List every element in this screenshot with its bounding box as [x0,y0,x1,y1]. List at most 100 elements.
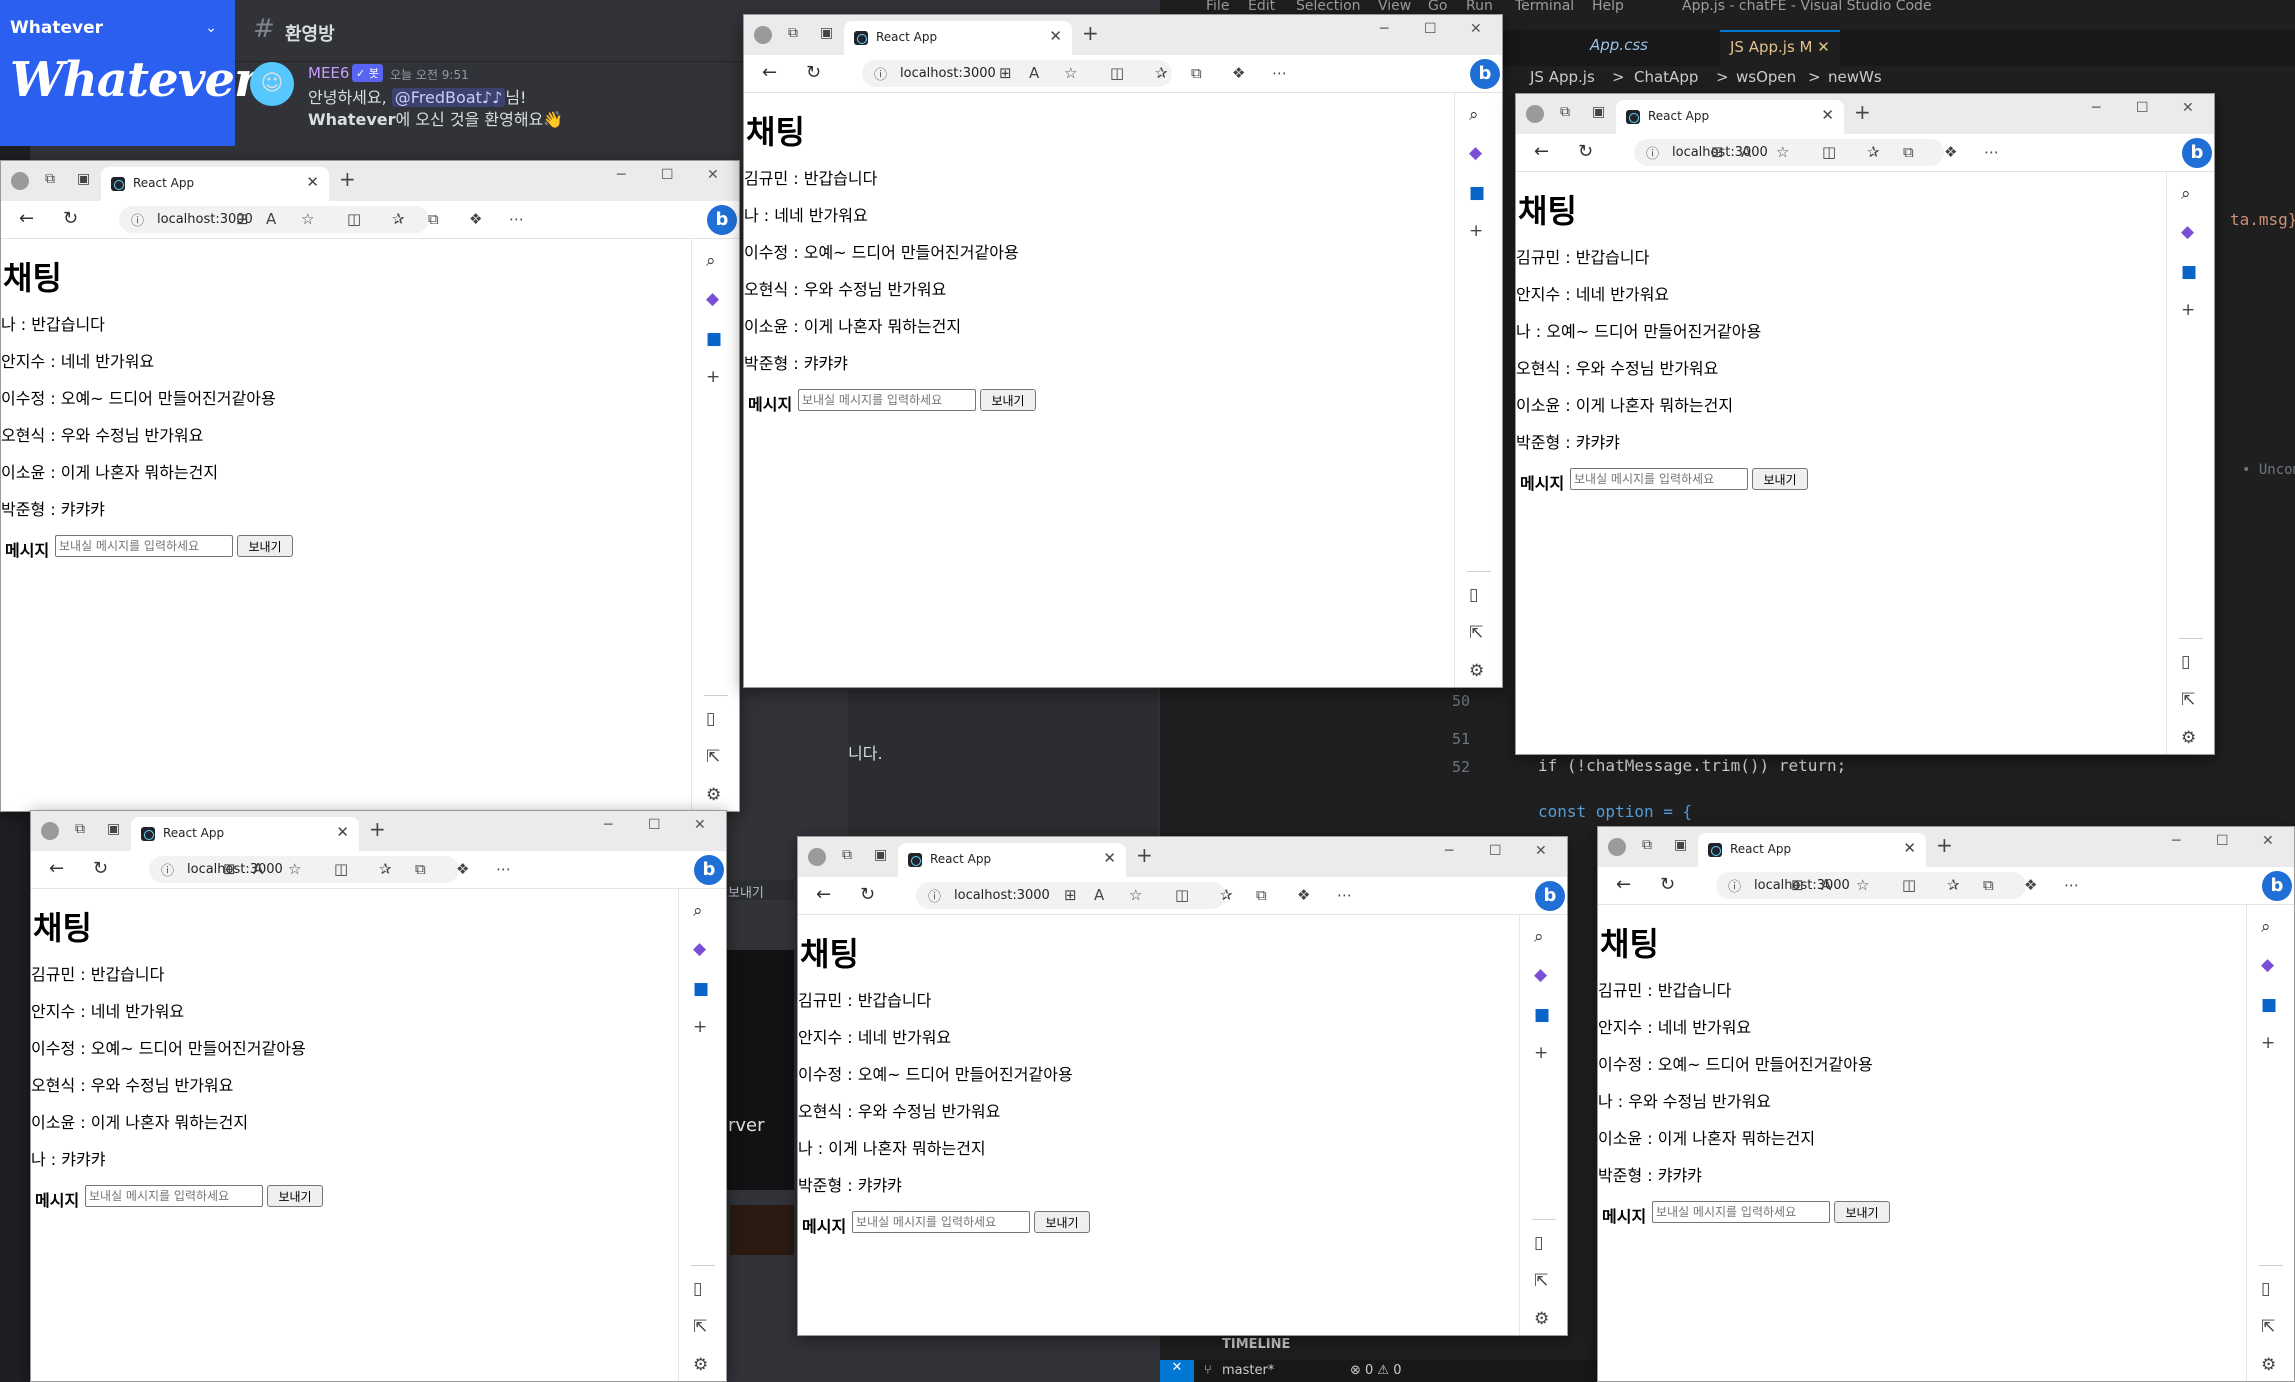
split-screen-icon[interactable]: ◫ [1822,143,1836,161]
menu-selection[interactable]: Selection [1296,0,1361,14]
collections-icon[interactable]: ⧉ [1983,876,1994,894]
bing-copilot-icon[interactable]: b [2182,138,2212,168]
search-icon[interactable]: ⌕ [2181,184,2191,204]
maximize-button[interactable]: ☐ [2216,833,2229,849]
close-tab-icon[interactable]: ✕ [1903,839,1916,857]
tab-app-css[interactable]: App.css [1590,36,1648,54]
favorites-icon[interactable]: ✰ [1947,876,1960,894]
extensions-icon[interactable]: ❖ [1944,143,1957,161]
shopping-icon[interactable]: ◆ [1469,143,1482,163]
profile-icon[interactable] [1526,105,1544,123]
info-icon[interactable]: ⓘ [874,64,887,83]
info-icon[interactable]: ⓘ [131,210,144,229]
outlook-icon[interactable]: ■ [2181,262,2197,282]
bing-copilot-icon[interactable]: b [707,205,737,235]
status-problems[interactable]: ⊗ 0 ⚠ 0 [1350,1363,1402,1378]
outlook-icon[interactable]: ■ [2261,995,2277,1015]
bing-copilot-icon[interactable]: b [694,855,724,885]
refresh-icon[interactable]: ↻ [63,208,78,229]
shopping-icon[interactable]: ◆ [2261,955,2274,975]
more-icon[interactable]: ⋯ [2064,876,2079,894]
close-tab-icon[interactable]: ✕ [1103,849,1116,867]
browser-tab[interactable]: React App ✕ [131,817,359,851]
close-tab-icon[interactable]: ✕ [306,173,319,191]
browser-tab[interactable]: React App ✕ [1698,833,1926,867]
gear-icon[interactable]: ⚙ [2181,728,2196,748]
status-branch[interactable]: master* [1222,1363,1274,1378]
close-window-button[interactable]: ✕ [694,817,706,833]
more-icon[interactable]: ⋯ [1272,64,1287,82]
server-name[interactable]: Whatever [10,18,103,38]
breadcrumb-file[interactable]: JS App.js [1530,68,1595,86]
profile-icon[interactable] [41,822,59,840]
menu-run[interactable]: Run [1466,0,1493,14]
maximize-button[interactable]: ☐ [1424,21,1437,37]
search-icon[interactable]: ⌕ [706,251,716,271]
info-icon[interactable]: ⓘ [161,860,174,879]
new-tab-button[interactable]: + [369,817,386,841]
split-screen-icon[interactable]: ◫ [1902,876,1916,894]
minimize-button[interactable]: ─ [1380,21,1388,37]
close-tab-icon[interactable]: ✕ [336,823,349,841]
sidebar-panel-icon[interactable]: ▯ [2181,652,2190,672]
timeline-label[interactable]: TIMELINE [1222,1337,1290,1352]
tab-actions-icon[interactable]: ▣ [1592,104,1605,120]
extensions-icon[interactable]: ❖ [1232,64,1245,82]
more-icon[interactable]: ⋯ [1984,143,1999,161]
refresh-icon[interactable]: ↻ [93,858,108,879]
maximize-button[interactable]: ☐ [661,167,674,183]
sidebar-panel-icon[interactable]: ▯ [693,1279,702,1299]
extensions-icon[interactable]: ❖ [469,210,482,228]
favorites-icon[interactable]: ✰ [392,210,405,228]
send-button[interactable]: 보내기 [1034,1211,1090,1233]
app-available-icon[interactable]: ⊞ [999,64,1012,82]
open-external-icon[interactable]: ⇱ [706,747,720,767]
bing-copilot-icon[interactable]: b [2262,871,2292,901]
refresh-icon[interactable]: ↻ [1578,141,1593,162]
outlook-icon[interactable]: ■ [706,329,722,349]
add-sidebar-icon[interactable]: + [2261,1033,2275,1053]
maximize-button[interactable]: ☐ [648,817,661,833]
outlook-icon[interactable]: ■ [1534,1005,1550,1025]
browser-tab[interactable]: React App ✕ [898,843,1126,877]
url-text[interactable]: localhost:3000 [900,66,996,81]
maximize-button[interactable]: ☐ [1489,843,1502,859]
timeline-panel[interactable]: TIMELINE [1160,1335,1600,1357]
search-icon[interactable]: ⌕ [1534,927,1544,947]
menu-terminal[interactable]: Terminal [1515,0,1574,14]
user-mention[interactable]: @FredBoat♪♪ [391,88,506,107]
gear-icon[interactable]: ⚙ [1534,1309,1549,1329]
minimize-button[interactable]: ─ [2172,833,2180,849]
address-bar[interactable]: ⓘ localhost:3000 [862,60,1172,87]
more-icon[interactable]: ⋯ [496,860,511,878]
search-icon[interactable]: ⌕ [693,901,703,921]
menu-file[interactable]: File [1206,0,1229,14]
send-button[interactable]: 보내기 [237,535,293,557]
open-external-icon[interactable]: ⇱ [693,1317,707,1337]
info-icon[interactable]: ⓘ [1646,143,1659,162]
new-tab-button[interactable]: + [1854,100,1871,124]
close-window-button[interactable]: ✕ [707,167,719,183]
shopping-icon[interactable]: ◆ [2181,222,2194,242]
collections-icon[interactable]: ⧉ [415,860,426,878]
refresh-icon[interactable]: ↻ [860,884,875,905]
bing-copilot-icon[interactable]: b [1470,59,1500,89]
message-input[interactable] [55,535,233,557]
chevron-down-icon[interactable]: ⌄ [205,20,217,36]
branch-icon[interactable]: ⑂ [1204,1363,1212,1378]
message-input[interactable] [798,389,976,411]
sidebar-panel-icon[interactable]: ▯ [2261,1279,2270,1299]
minimize-button[interactable]: ─ [604,817,612,833]
add-sidebar-icon[interactable]: + [2181,300,2195,320]
new-tab-button[interactable]: + [339,167,356,191]
profile-icon[interactable] [1608,838,1626,856]
shopping-icon[interactable]: ◆ [1534,965,1547,985]
search-icon[interactable]: ⌕ [2261,917,2271,937]
more-icon[interactable]: ⋯ [1337,886,1352,904]
split-screen-icon[interactable]: ◫ [1175,886,1189,904]
favorite-icon[interactable]: ☆ [288,860,301,878]
workspaces-icon[interactable]: ⧉ [1560,104,1570,120]
info-icon[interactable]: ⓘ [1728,876,1741,895]
open-external-icon[interactable]: ⇱ [1469,623,1483,643]
back-icon[interactable]: ← [1534,141,1549,162]
